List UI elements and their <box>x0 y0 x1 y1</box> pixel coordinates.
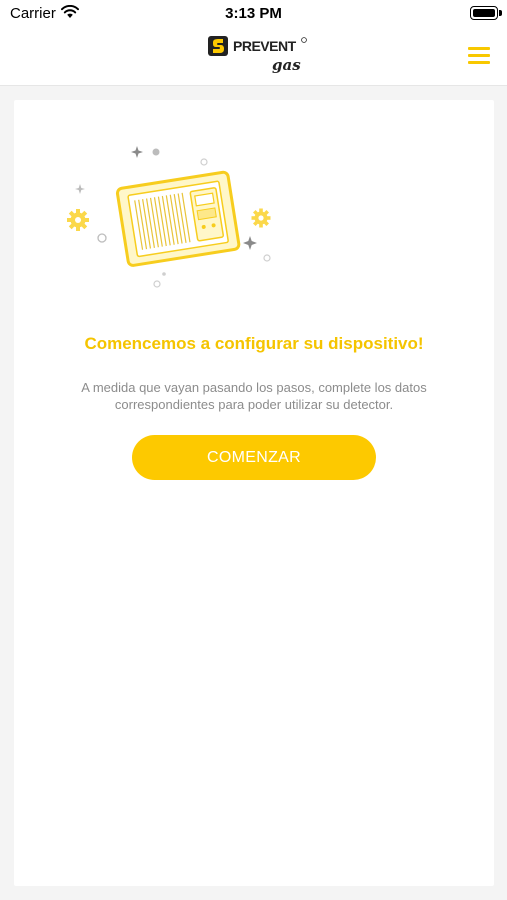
svg-text:gas: gas <box>272 56 301 74</box>
setup-description: A medida que vayan pasando los pasos, co… <box>81 380 427 412</box>
svg-text:PREVENT: PREVENT <box>233 38 297 54</box>
clock: 3:13 PM <box>225 5 282 22</box>
setup-title: Comencemos a configurar su dispositivo! <box>84 334 424 353</box>
hamburger-menu-icon-bar <box>468 61 490 64</box>
setup-card: Comencemos a configurar su dispositivo! … <box>14 100 494 886</box>
battery-icon <box>470 6 502 20</box>
prevent-gas-logo: PREVENT gas <box>208 36 307 74</box>
nav-bar: PREVENT gas <box>0 26 507 86</box>
menu-button[interactable] <box>464 43 494 67</box>
hamburger-menu-icon <box>468 47 490 50</box>
gas-detector-device-icon <box>67 146 271 288</box>
hamburger-menu-icon-bar <box>468 54 490 57</box>
start-button[interactable]: COMENZAR <box>132 435 376 480</box>
status-bar: Carrier 3:13 PM <box>0 0 507 26</box>
